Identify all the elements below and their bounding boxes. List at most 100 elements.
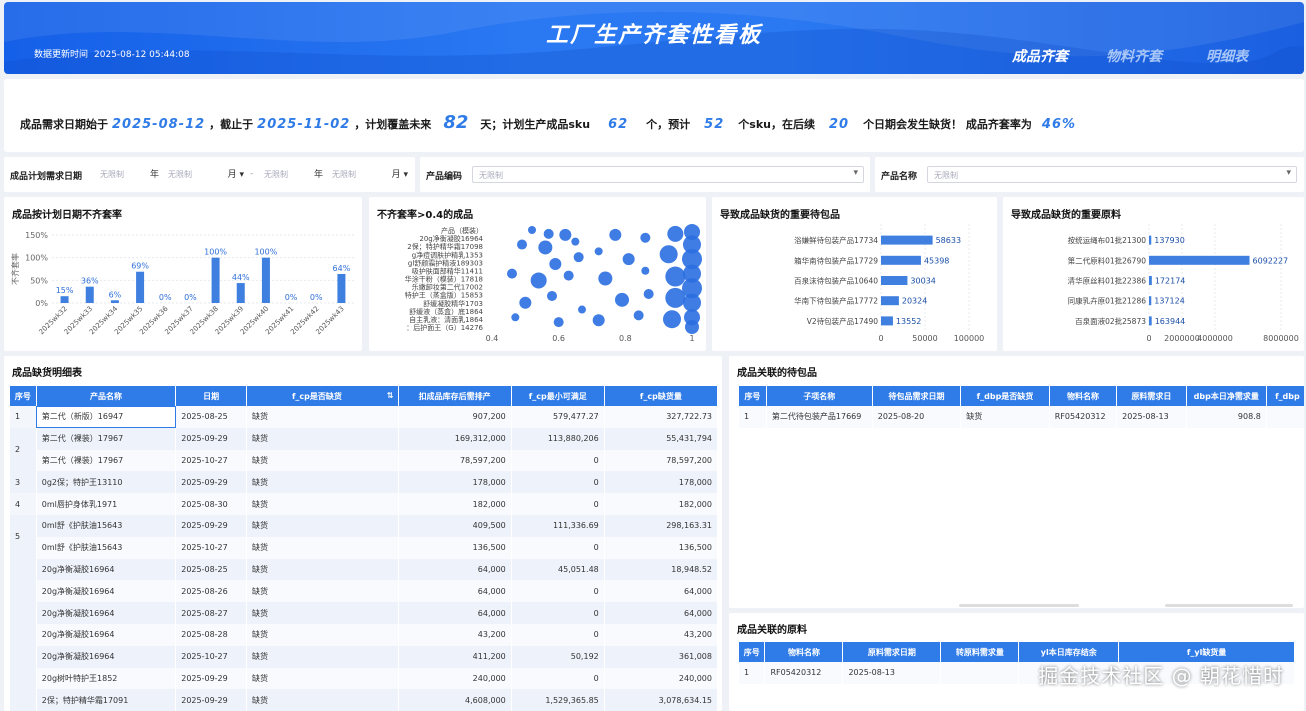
y-tick-label: 20g净衡凝胶16964: [419, 234, 483, 243]
x-tick-label: 0: [878, 334, 883, 343]
table-title: 成品关联的待包品: [737, 368, 817, 379]
start-year-select[interactable]: 无限制年: [94, 166, 164, 183]
table-row[interactable]: 20g净衡凝胶16964 2025-08-26 缺货 64,000 0 64,000: [10, 580, 719, 603]
table-row[interactable]: 0ml舒《护肤油15643 2025-10-27 缺货 136,500 0 136,500: [10, 536, 719, 559]
min-satisfy-cell: 50,192: [511, 645, 605, 668]
shortage-qty-cell: 327,722.73: [604, 406, 719, 428]
table-row[interactable]: 2保；特护精华霜17091 2025-09-29 缺货 4,608,000 1,529,…: [10, 689, 719, 711]
column-header[interactable]: 产品名称: [36, 386, 177, 406]
table-row[interactable]: 1 第二代待包装产品17669 2025-08-20 缺货 RF05420312 2025…: [739, 406, 1304, 428]
column-header[interactable]: dbp本日净需求量: [1186, 386, 1267, 406]
min-satisfy-cell: 0: [511, 623, 605, 646]
bubble-point: [571, 237, 580, 246]
product-name-filter: 产品名称 无限制 ▾: [875, 157, 1304, 192]
data-label: 0%: [310, 293, 323, 302]
header-banner: 工厂生产齐套性看板 数据更新时间 2025-08-12 05:44:08 成品齐套…: [4, 2, 1304, 74]
y-tick-label: 浴嫌鲜待包装产品17734: [794, 235, 878, 245]
table-row[interactable]: 第二代（裸装）17967 2025-10-27 缺货 78,597,200 0 78,59…: [10, 449, 719, 472]
data-label: 6%: [109, 290, 122, 299]
bubble-point: [641, 266, 650, 275]
y-tick-label: 100%: [25, 254, 48, 263]
min-satisfy-cell: 0: [511, 449, 605, 472]
table-row[interactable]: 20g净衡凝胶16964 2025-10-27 缺货 411,200 50,192 361…: [10, 645, 719, 668]
table-row[interactable]: 1 第二代（新版）16947 2025-08-25 缺货 907,200 579,477.…: [10, 406, 719, 428]
end-month-select[interactable]: 无限制月 ▾: [326, 166, 410, 183]
table-row[interactable]: 5 0ml舒《护肤油15643 2025-09-29 缺货 409,500 111,336…: [10, 514, 719, 559]
bubble-point: [640, 232, 651, 243]
horizontal-scrollbar[interactable]: [1165, 604, 1293, 607]
data-label: 137930: [1154, 236, 1185, 245]
raw-cell-idx: 1: [739, 662, 766, 684]
column-header[interactable]: 日期: [175, 386, 247, 406]
data-label: 58633: [936, 236, 961, 245]
column-header[interactable]: 子项名称: [766, 386, 873, 406]
column-header[interactable]: 物料名称: [1049, 386, 1118, 406]
column-header[interactable]: f_cp最小可满足: [511, 386, 605, 406]
bubble-point: [530, 272, 547, 289]
shortage-qty-cell: 240,000: [604, 667, 719, 690]
min-satisfy-cell: 0: [511, 667, 605, 690]
table-row[interactable]: 20g净衡凝胶16964 2025-08-28 缺货 43,200 0 43,200: [10, 623, 719, 646]
bar: [1149, 296, 1152, 306]
bubble-point: [543, 228, 554, 239]
shortage-flag-cell: 缺货: [246, 558, 399, 581]
shortage-flag-cell: 缺货: [246, 580, 399, 603]
bubble-point: [549, 257, 562, 270]
date-cell: 2025-09-29: [175, 471, 247, 494]
table-row[interactable]: 20g净衡凝胶16964 2025-08-25 缺货 64,000 45,051.48 1…: [10, 558, 719, 690]
product-code-select[interactable]: 无限制 ▾: [472, 166, 864, 183]
x-tick-label: 0.8: [619, 334, 632, 343]
column-header[interactable]: 待包品需求日期: [872, 386, 962, 406]
table-row[interactable]: 2 第二代（裸装）17967 2025-09-29 缺货 169,312,000 113,…: [10, 427, 719, 472]
shortage-flag-cell: 缺货: [246, 667, 399, 690]
column-header[interactable]: 序号: [10, 386, 37, 406]
data-label: 13552: [896, 317, 921, 326]
bar: [236, 283, 245, 303]
need-cell: 64,000: [398, 602, 512, 624]
table-row[interactable]: 3 0g2保；特护王13110 2025-09-29 缺货 178,000 0 178,00…: [10, 471, 719, 494]
y-tick-label: 华涂干粉（模装）17818: [405, 275, 483, 284]
column-header[interactable]: 转原料需求量: [940, 642, 1020, 662]
column-header[interactable]: f_dbp: [1266, 386, 1304, 406]
min-satisfy-cell: 1,529,365.85: [511, 689, 605, 711]
data-label: 137124: [1154, 297, 1185, 306]
shortage-flag-cell: 缺货: [246, 406, 399, 428]
tab-material-kit[interactable]: 物料齐套: [1106, 46, 1162, 66]
column-header[interactable]: f_yl缺货量: [1118, 642, 1295, 662]
table-row[interactable]: 20g树叶特护王1852 2025-09-29 缺货 240,000 0 240,000: [10, 667, 719, 690]
date-cell: 2025-08-27: [175, 602, 247, 624]
table-row[interactable]: 4 0ml唇护身体乳1971 2025-08-30 缺货 182,000 0 182,000: [10, 493, 719, 515]
raw-shortage-chart-panel: 导致成品缺货的重要原料 0 2000000 4000000 8000000 按统运绳布0…: [1003, 197, 1304, 351]
column-header[interactable]: f_cp缺货量: [604, 386, 719, 406]
pack-cell-idx: 1: [739, 406, 767, 428]
column-header[interactable]: 物料名称: [764, 642, 844, 662]
column-header[interactable]: 序号: [739, 386, 767, 406]
column-header[interactable]: 原料需求日期: [842, 642, 942, 662]
row-index: 2: [10, 427, 37, 472]
bar: [136, 271, 145, 303]
bubble-point: [528, 226, 536, 234]
date-cell: 2025-10-27: [175, 536, 247, 559]
tab-product-kit[interactable]: 成品齐套: [1012, 46, 1068, 66]
need-cell: 64,000: [398, 580, 512, 603]
column-header[interactable]: 序号: [739, 642, 766, 662]
date-cell: 2025-09-29: [175, 689, 247, 711]
column-header[interactable]: f_cp是否缺货 ⇅: [246, 386, 399, 406]
bar: [881, 255, 921, 265]
need-cell: 4,608,000: [398, 689, 512, 711]
column-header[interactable]: 扣成品库存后需排产: [398, 386, 512, 406]
product-name-select[interactable]: 无限制 ▾: [927, 166, 1297, 183]
x-tick-label: 2000000: [1164, 334, 1200, 343]
column-header[interactable]: yl本日库存结余: [1018, 642, 1120, 662]
y-tick-label: 华南下待包装产品17772: [794, 296, 878, 306]
column-header[interactable]: 原料需求日: [1116, 386, 1187, 406]
date-filter-label: 成品计划需求日期: [10, 172, 83, 182]
horizontal-scrollbar[interactable]: [959, 604, 1079, 607]
end-year-select[interactable]: 无限制年: [258, 166, 328, 183]
start-month-select[interactable]: 无限制月 ▾: [162, 166, 246, 183]
column-header[interactable]: f_dbp是否缺货: [960, 386, 1050, 406]
pack-cell-mdate: 2025-08-13: [1116, 406, 1187, 428]
tab-detail-table[interactable]: 明细表: [1206, 46, 1248, 66]
shortage-qty-cell: 43,200: [604, 623, 719, 646]
table-row[interactable]: 20g净衡凝胶16964 2025-08-27 缺货 64,000 0 64,000: [10, 602, 719, 624]
